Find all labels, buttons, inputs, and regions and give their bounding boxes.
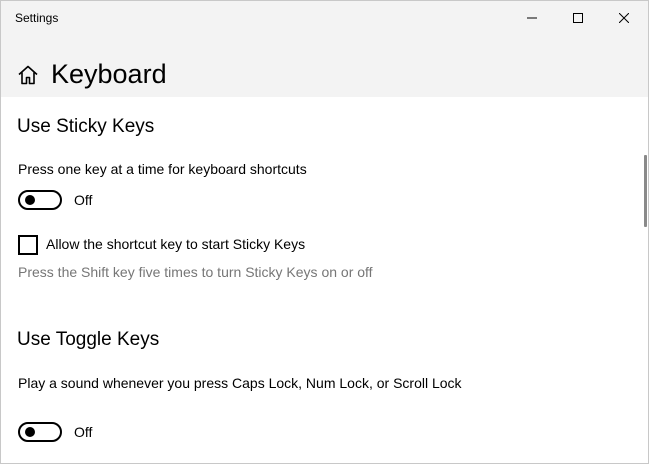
minimize-button[interactable]: [509, 1, 555, 35]
sticky-keys-toggle[interactable]: [18, 190, 62, 210]
sticky-keys-toggle-state: Off: [74, 192, 93, 208]
sticky-keys-shortcut-checkbox[interactable]: [18, 235, 38, 255]
toggle-knob: [25, 195, 35, 205]
page-title: Keyboard: [51, 59, 167, 89]
toggle-keys-heading: Use Toggle Keys: [17, 329, 160, 350]
sticky-keys-shortcut-label[interactable]: Allow the shortcut key to start Sticky K…: [46, 234, 305, 254]
window-title: Settings: [15, 11, 59, 25]
settings-content[interactable]: Use Sticky Keys Press one key at a time …: [1, 97, 648, 463]
toggle-keys-description: Play a sound whenever you press Caps Loc…: [18, 375, 462, 391]
sticky-keys-shortcut-hint: Press the Shift key five times to turn S…: [18, 264, 373, 280]
home-icon[interactable]: [17, 64, 39, 86]
close-button[interactable]: [601, 1, 647, 35]
sticky-keys-description: Press one key at a time for keyboard sho…: [18, 161, 307, 177]
vertical-scrollbar[interactable]: [644, 155, 647, 227]
title-bar[interactable]: Settings: [1, 1, 648, 35]
settings-window: Settings Keyboard Use Sticky Keys Press: [0, 0, 649, 464]
maximize-button[interactable]: [555, 1, 601, 35]
toggle-keys-toggle-state: Off: [74, 424, 93, 440]
toggle-keys-toggle[interactable]: [18, 422, 62, 442]
maximize-icon: [573, 13, 583, 23]
minimize-icon: [527, 17, 537, 19]
toggle-knob: [25, 427, 35, 437]
sticky-keys-heading: Use Sticky Keys: [17, 116, 155, 137]
page-header: Keyboard: [1, 35, 648, 97]
close-icon: [619, 13, 629, 23]
